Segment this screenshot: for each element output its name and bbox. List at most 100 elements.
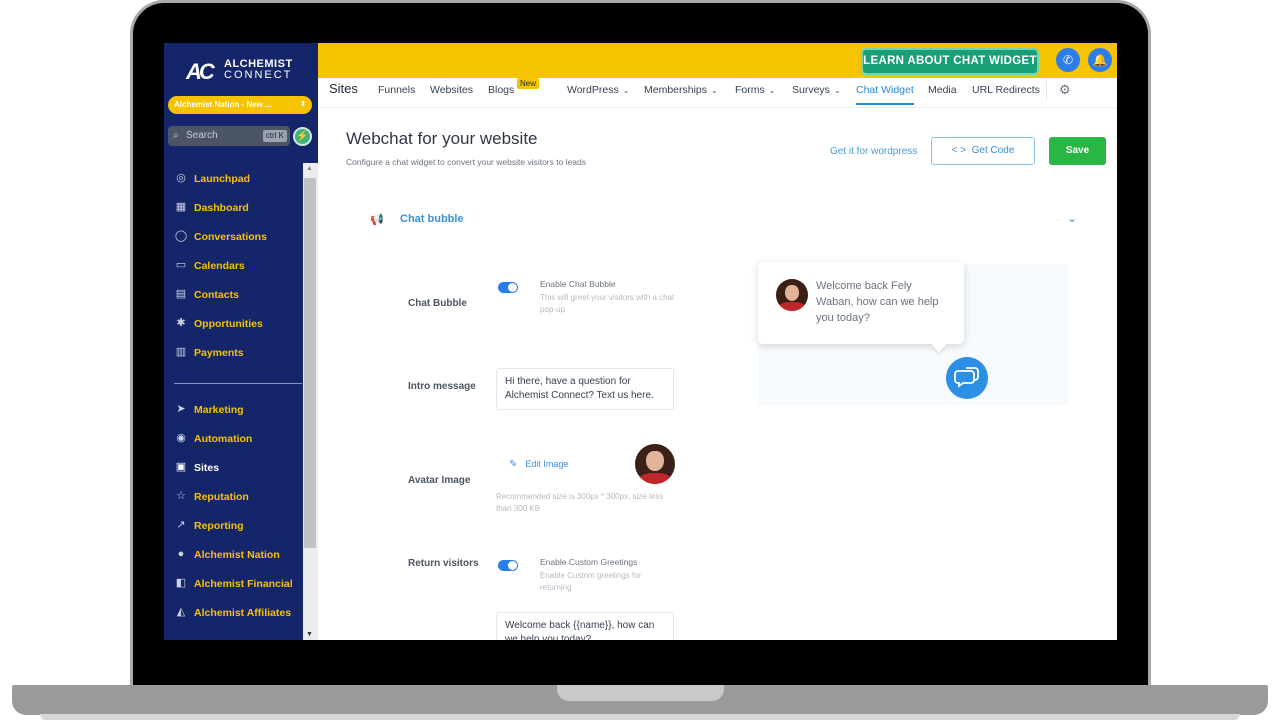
chat-bubble-section-header[interactable]: 📢 Chat bubble (370, 213, 464, 226)
tab-chat-widget[interactable]: Chat Widget (856, 78, 914, 105)
scrollbar-thumb[interactable] (304, 178, 316, 548)
quick-action-bolt-icon[interactable]: ⚡ (293, 127, 312, 146)
search-input[interactable]: ⌕ Search ctrl K (168, 126, 290, 146)
scroll-up-icon[interactable]: ▲ (306, 165, 313, 172)
sidebar-divider (174, 383, 302, 384)
sidebar-item-conversations[interactable]: ◯ Conversations (174, 228, 302, 246)
section-title: Chat bubble (400, 213, 464, 225)
scroll-down-icon[interactable]: ▼ (306, 631, 313, 638)
sidebar-item-label: Alchemist Affiliates (194, 607, 292, 619)
sidebar-item-label: Opportunities (194, 318, 263, 330)
sidebar: AC ALCHEMIST CONNECT Alchemist Nation - … (164, 43, 318, 640)
avatar-face (646, 451, 664, 472)
sidebar-item-label: Conversations (194, 231, 267, 243)
tab-blogs[interactable]: Blogs (488, 78, 514, 108)
sidebar-item-launchpad[interactable]: ◎ Launchpad (174, 170, 302, 188)
chat-bubble-label: Chat Bubble (408, 298, 467, 309)
sidebar-item-reporting[interactable]: ↗ Reporting (174, 517, 302, 535)
learn-chat-widget-button[interactable]: LEARN ABOUT CHAT WIDGET (861, 48, 1039, 75)
tab-surveys[interactable]: Surveys ⌄ (792, 78, 841, 108)
chat-bubble-toggle[interactable] (498, 282, 518, 293)
sidebar-item-sites[interactable]: ▣ Sites (174, 459, 302, 477)
chevron-down-icon: ⌄ (833, 86, 841, 95)
chevron-down-icon: ⌄ (768, 86, 776, 95)
subnav-divider (1046, 81, 1047, 101)
save-button[interactable]: Save (1049, 137, 1106, 165)
tab-funnels[interactable]: Funnels (378, 78, 415, 108)
sidebar-item-label: Dashboard (194, 202, 249, 214)
account-switcher[interactable]: Alchemist Nation - New ... ⇕ (168, 96, 312, 114)
tab-forms[interactable]: Forms ⌄ (735, 78, 775, 108)
chevron-down-icon: ⌄ (622, 86, 630, 95)
search-shortcut: ctrl K (262, 130, 287, 142)
chevron-updown-icon: ⇕ (300, 101, 306, 108)
get-code-button[interactable]: < > Get Code (931, 137, 1035, 165)
coins-icon: ◧ (175, 577, 187, 589)
sidebar-item-reputation[interactable]: ☆ Reputation (174, 488, 302, 506)
send-icon: ➤ (176, 403, 186, 415)
calendar-icon: ▭ (175, 259, 187, 271)
sidebar-item-dashboard[interactable]: ▦ Dashboard (174, 199, 302, 217)
group-icon: ● (177, 548, 185, 560)
bell-icon[interactable]: 🔔 (1088, 48, 1112, 72)
chat-launcher-button[interactable] (946, 357, 988, 399)
page-title: Webchat for your website (346, 129, 538, 148)
preview-chat-bubble: Welcome back Fely Waban, how can we help… (758, 262, 964, 344)
sidebar-item-label: Reporting (194, 520, 244, 532)
chat-icon: ◯ (174, 230, 188, 242)
sidebar-item-opportunities[interactable]: ✱ Opportunities (174, 315, 302, 333)
edit-image-label: Edit Image (525, 459, 569, 469)
star-icon: ☆ (176, 490, 186, 502)
sidebar-item-label: Launchpad (194, 173, 251, 185)
rocket-icon: ◎ (176, 172, 186, 184)
sidebar-item-marketing[interactable]: ➤ Marketing (174, 401, 302, 419)
tab-websites[interactable]: Websites (430, 78, 473, 108)
gear-icon[interactable]: ⚙ (1059, 82, 1071, 98)
sidebar-item-alchemist-affiliates[interactable]: ◭ Alchemist Affiliates (174, 604, 302, 622)
sidebar-item-automation[interactable]: ◉ Automation (174, 430, 302, 448)
preview-avatar (776, 279, 808, 311)
tab-memberships[interactable]: Memberships ⌄ (644, 78, 718, 108)
code-icon: < > (951, 145, 967, 156)
return-message-field[interactable]: Welcome back {{name}}, how can we help y… (496, 612, 674, 640)
search-placeholder: Search (186, 130, 218, 141)
megaphone-icon: 📢 (370, 214, 384, 226)
get-code-label: Get Code (971, 145, 1015, 156)
custom-greetings-title: Enable Custom Greetings (540, 557, 638, 567)
sidebar-item-label: Alchemist Financial (194, 578, 293, 590)
sidebar-item-label: Marketing (194, 404, 244, 416)
app-screen: AC ALCHEMIST CONNECT Alchemist Nation - … (164, 43, 1117, 640)
sidebar-item-payments[interactable]: ▥ Payments (174, 344, 302, 362)
sidebar-item-label: Sites (194, 462, 220, 474)
tab-wordpress[interactable]: WordPress ⌄ (567, 78, 629, 108)
tab-surveys-label: Surveys (792, 84, 830, 96)
tab-forms-label: Forms (735, 84, 765, 96)
brand-name-line2: CONNECT (224, 69, 293, 81)
tab-memberships-label: Memberships (644, 84, 708, 96)
chevron-down-icon[interactable]: ⌄ (1067, 211, 1077, 225)
laptop-base-shadow (40, 714, 1240, 720)
edit-image-button[interactable]: ✎ Edit Image (509, 459, 568, 470)
avatar-shirt (639, 472, 671, 484)
sidebar-scrollbar[interactable]: ▲ ▼ (303, 163, 318, 640)
custom-greetings-toggle[interactable] (498, 560, 518, 571)
automation-icon: ◉ (176, 432, 186, 444)
sidebar-item-label: Calendars (194, 260, 245, 272)
tab-media[interactable]: Media (928, 78, 957, 108)
phone-icon[interactable]: ✆ (1056, 48, 1080, 72)
sidebar-item-contacts[interactable]: ▤ Contacts (174, 286, 302, 304)
sidebar-item-alchemist-financial[interactable]: ◧ Alchemist Financial (174, 575, 302, 593)
intro-message-field[interactable]: Hi there, have a question for Alchemist … (496, 368, 674, 410)
get-for-wordpress-link[interactable]: Get it for wordpress (830, 146, 917, 157)
chevron-down-icon: ⌄ (711, 86, 718, 95)
return-visitors-label: Return visitors (408, 558, 479, 569)
sidebar-item-calendars[interactable]: ▭ Calendars (174, 257, 302, 275)
avatar-face (784, 284, 800, 301)
tab-url-redirects[interactable]: URL Redirects (972, 78, 1040, 108)
sidebar-item-label: Contacts (194, 289, 239, 301)
dashboard-icon: ▦ (175, 201, 187, 213)
brand-logo[interactable]: AC ALCHEMIST CONNECT (186, 57, 296, 84)
sidebar-item-alchemist-nation[interactable]: ● Alchemist Nation (174, 546, 302, 564)
avatar-shirt (779, 302, 805, 311)
avatar-image (635, 444, 675, 484)
